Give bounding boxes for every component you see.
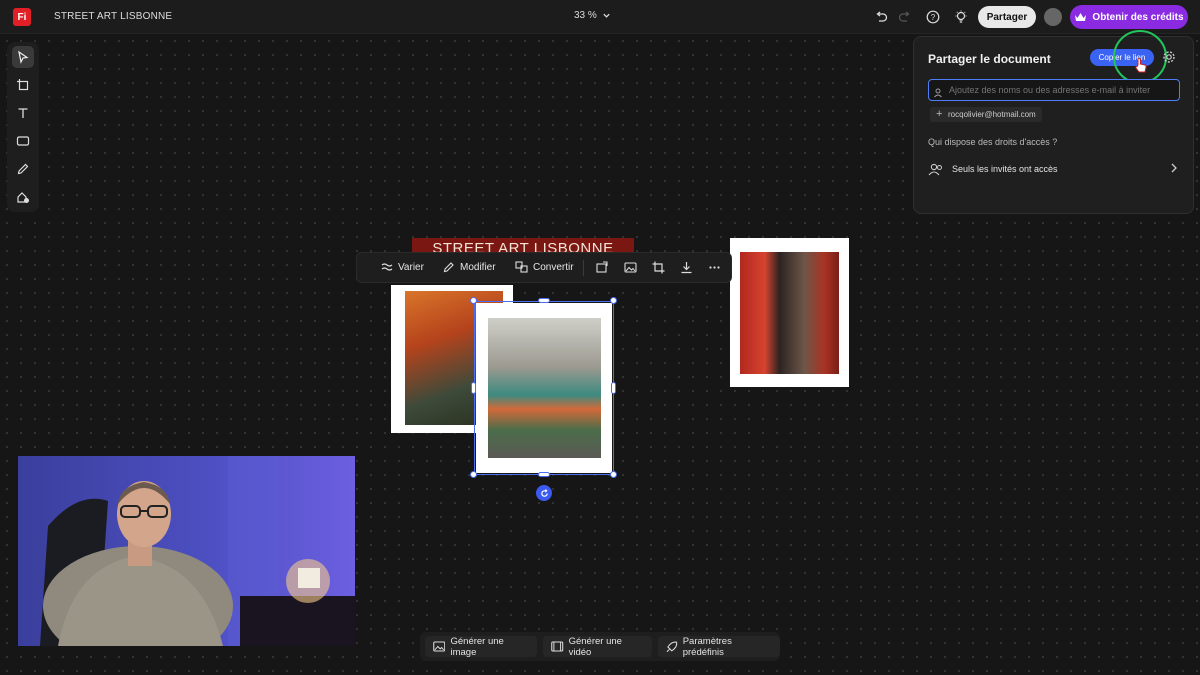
vary-icon	[381, 263, 393, 271]
text-tool[interactable]	[12, 102, 34, 124]
chevron-right-icon	[1171, 163, 1177, 173]
get-credits-button[interactable]: Obtenir des crédits	[1070, 5, 1188, 29]
crown-icon	[1075, 12, 1087, 21]
resize-handle-tl[interactable]	[470, 297, 477, 304]
pencil-icon	[443, 262, 454, 273]
bottom-action-bar: Générer une image Générer une vidéo Para…	[420, 632, 780, 661]
share-panel-title: Partager le document	[928, 52, 1051, 66]
modify-label: Modifier	[460, 261, 496, 273]
invite-input[interactable]	[928, 79, 1180, 101]
redo-icon[interactable]	[896, 8, 914, 26]
frame-icon	[17, 79, 29, 91]
email-suggestion: rocqolivier@hotmail.com	[948, 110, 1036, 119]
resize-handle-tr[interactable]	[610, 297, 617, 304]
resize-handle-right[interactable]	[611, 382, 616, 394]
vary-button[interactable]: Varier	[381, 261, 424, 273]
select-icon	[18, 50, 29, 64]
rotate-handle[interactable]	[536, 485, 552, 501]
get-credits-label: Obtenir des crédits	[1092, 11, 1184, 23]
share-button[interactable]: Partager	[978, 6, 1036, 28]
pen-tool[interactable]	[12, 158, 34, 180]
access-setting-label: Seuls les invités ont accès	[952, 164, 1058, 174]
undo-icon[interactable]	[872, 8, 890, 26]
image-icon[interactable]	[624, 261, 637, 279]
email-suggestion-chip[interactable]: + rocqolivier@hotmail.com	[930, 107, 1042, 122]
plus-icon: +	[936, 108, 943, 120]
download-icon[interactable]	[680, 261, 693, 279]
person-add-icon	[934, 85, 944, 103]
chevron-down-icon	[603, 13, 610, 18]
rectangle-icon	[16, 136, 30, 146]
vary-label: Varier	[398, 261, 424, 273]
resize-handle-left[interactable]	[471, 382, 476, 394]
gear-icon[interactable]	[1162, 50, 1176, 69]
convert-button[interactable]: Convertir	[515, 261, 574, 273]
app-logo[interactable]: Fi	[13, 8, 31, 26]
expand-image-icon[interactable]	[595, 261, 608, 279]
generate-video-button[interactable]: Générer une vidéo	[543, 635, 653, 658]
generate-image-label: Générer une image	[450, 635, 504, 658]
shapes-tool[interactable]	[12, 186, 34, 208]
top-bar: Fi STREET ART LISBONNE 33 % ? Partager O…	[0, 0, 1200, 34]
generate-video-label: Générer une vidéo	[568, 635, 622, 658]
hand-cursor-icon	[1134, 57, 1148, 79]
modify-button[interactable]: Modifier	[443, 261, 496, 273]
rotate-icon	[540, 488, 548, 497]
selection-frame	[474, 301, 614, 475]
context-toolbar: Varier Modifier Convertir	[356, 252, 732, 283]
convert-label: Convertir	[533, 261, 574, 273]
presets-button[interactable]: Paramètres prédéfinis	[658, 635, 780, 658]
zoom-dropdown[interactable]: 33 %	[574, 10, 611, 21]
toolbar-divider	[583, 260, 584, 276]
left-toolbar	[7, 42, 39, 212]
document-title[interactable]: STREET ART LISBONNE	[54, 11, 172, 22]
lightbulb-icon[interactable]	[952, 8, 970, 26]
avatar[interactable]	[1044, 8, 1062, 26]
pen-icon	[17, 163, 29, 175]
frame-tool[interactable]	[12, 74, 34, 96]
resize-handle-br[interactable]	[610, 471, 617, 478]
svg-text:?: ?	[931, 13, 936, 22]
resize-handle-top[interactable]	[538, 298, 550, 303]
webcam-overlay	[18, 456, 355, 646]
help-icon[interactable]: ?	[924, 8, 942, 26]
rocket-icon	[666, 641, 678, 652]
select-tool[interactable]	[12, 46, 34, 68]
generate-image-button[interactable]: Générer une image	[425, 635, 538, 658]
artwork-photo-3[interactable]	[730, 238, 849, 387]
share-panel: Partager le document Copier le lien + ro…	[913, 30, 1194, 214]
zoom-value: 33 %	[574, 10, 597, 21]
access-question: Qui dispose des droits d'accès ?	[928, 137, 1058, 147]
presets-label: Paramètres prédéfinis	[682, 635, 732, 658]
video-icon	[551, 641, 564, 652]
people-icon	[928, 163, 942, 175]
more-options-icon[interactable]	[708, 261, 721, 279]
image-icon	[433, 641, 446, 652]
arcade-image	[740, 252, 839, 374]
text-icon	[18, 108, 28, 118]
resize-handle-bottom[interactable]	[538, 472, 550, 477]
rectangle-tool[interactable]	[12, 130, 34, 152]
resize-handle-bl[interactable]	[470, 471, 477, 478]
shapes-icon	[17, 192, 29, 203]
access-setting-row[interactable]: Seuls les invités ont accès	[928, 159, 1180, 179]
convert-icon	[515, 261, 528, 273]
crop-icon[interactable]	[652, 261, 665, 279]
